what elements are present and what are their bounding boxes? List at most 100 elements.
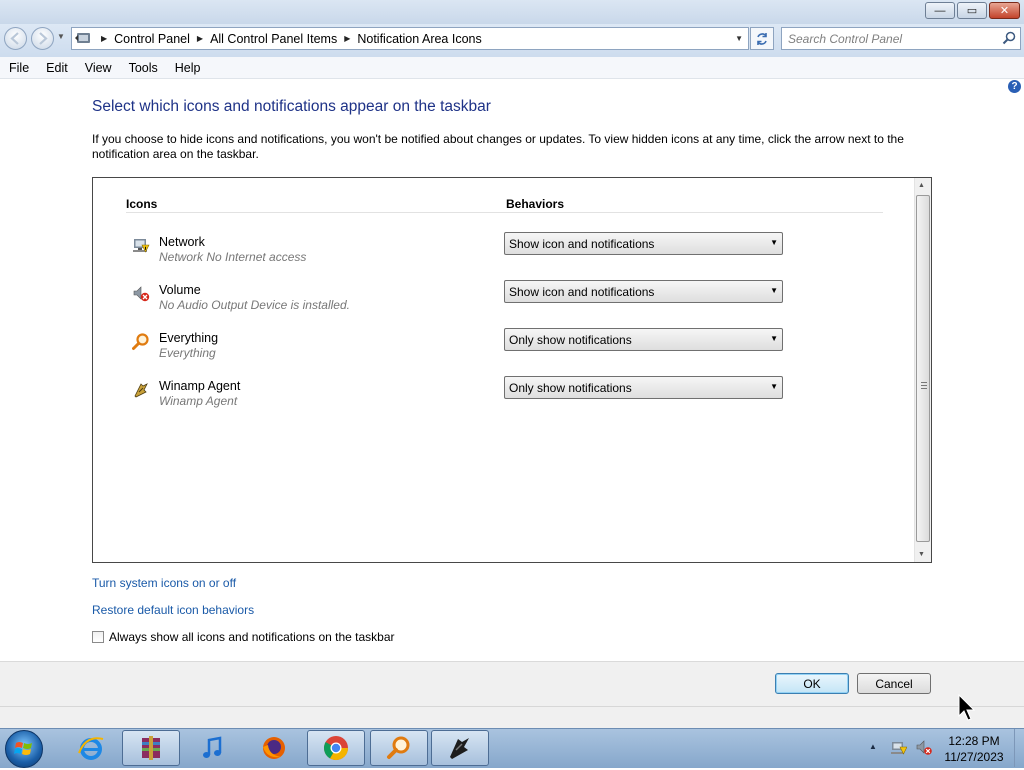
search-icon[interactable]: [1002, 31, 1016, 45]
row-name: Network: [159, 235, 205, 249]
clock[interactable]: 12:28 PM 11/27/2023: [938, 733, 1010, 765]
row-description: Everything: [159, 346, 216, 360]
close-button[interactable]: ✕: [989, 2, 1020, 19]
list-item: Winamp Agent Winamp Agent Only show noti…: [126, 376, 806, 419]
row-name: Everything: [159, 331, 219, 345]
mouse-cursor-icon: [958, 694, 976, 721]
menu-bar: File Edit View Tools Help: [0, 57, 1024, 79]
turn-system-icons-link[interactable]: Turn system icons on or off: [92, 576, 236, 590]
chevron-down-icon: ▼: [770, 238, 778, 247]
vertical-scrollbar[interactable]: ▲ ▼: [914, 178, 931, 562]
winrar-icon: [142, 736, 160, 760]
search-input[interactable]: [788, 30, 993, 47]
winamp-icon: [450, 738, 469, 759]
show-hidden-icons-icon[interactable]: ▲: [869, 742, 877, 751]
firefox-icon: [263, 737, 285, 759]
internet-explorer-icon: [78, 737, 104, 760]
taskbar-winamp[interactable]: [431, 730, 489, 766]
network-icon[interactable]: [891, 740, 907, 756]
recent-pages-dropdown-icon[interactable]: ▼: [57, 32, 65, 41]
navigation-bar: ▼ ▶ Control Panel ▶ All Control Panel It…: [0, 24, 1024, 57]
address-bar[interactable]: ▶ Control Panel ▶ All Control Panel Item…: [71, 27, 749, 50]
itunes-icon: [203, 736, 222, 758]
menu-help[interactable]: Help: [166, 61, 209, 75]
chevron-down-icon: ▼: [770, 286, 778, 295]
restore-defaults-link[interactable]: Restore default icon behaviors: [92, 603, 254, 617]
row-description: Winamp Agent: [159, 394, 238, 408]
behavior-dropdown-volume[interactable]: Show icon and notifications ▼: [504, 280, 783, 303]
search-box[interactable]: [781, 27, 1021, 50]
winamp-icon: [134, 383, 148, 398]
taskbar-winrar[interactable]: [122, 730, 180, 766]
everything-search-icon: [132, 333, 149, 350]
ok-button[interactable]: OK: [775, 673, 849, 694]
forward-button[interactable]: [31, 27, 54, 50]
row-name: Volume: [159, 283, 201, 297]
network-icon: [133, 239, 150, 253]
dropdown-value: Show icon and notifications: [509, 237, 655, 251]
taskbar-firefox[interactable]: [245, 730, 303, 766]
breadcrumb-separator-icon[interactable]: ▶: [344, 34, 350, 43]
row-description: Network No Internet access: [159, 250, 307, 264]
forward-arrow-icon: [39, 32, 48, 45]
scrollbar-grip-icon: [921, 382, 927, 389]
scrollbar-thumb[interactable]: [916, 195, 930, 542]
maximize-button[interactable]: ▭: [957, 2, 987, 19]
volume-muted-icon: [133, 286, 150, 302]
dropdown-value: Only show notifications: [509, 381, 632, 395]
start-button[interactable]: [5, 730, 43, 768]
breadcrumb-notification-area-icons[interactable]: Notification Area Icons: [357, 32, 481, 46]
row-name: Winamp Agent: [159, 379, 241, 393]
clock-date: 11/27/2023: [944, 750, 1004, 764]
page-title: Select which icons and notifications app…: [92, 98, 491, 115]
help-icon[interactable]: ?: [1008, 80, 1021, 93]
back-arrow-icon: [10, 32, 19, 45]
menu-file[interactable]: File: [0, 61, 37, 75]
dialog-footer: OK Cancel: [0, 661, 1024, 706]
taskbar-chrome[interactable]: [307, 730, 365, 766]
scroll-down-icon[interactable]: ▼: [918, 551, 925, 558]
taskbar: ▲ 12:28 PM 11/27/2023: [0, 728, 1024, 768]
show-desktop-button[interactable]: [1014, 729, 1024, 767]
clock-time: 12:28 PM: [948, 734, 1000, 748]
windows-logo-icon: [14, 742, 32, 755]
refresh-icon: [757, 32, 767, 45]
taskbar-internet-explorer[interactable]: [62, 730, 120, 766]
back-button[interactable]: [4, 27, 27, 50]
chrome-icon: [323, 736, 348, 761]
menu-tools[interactable]: Tools: [120, 61, 166, 75]
refresh-button[interactable]: [750, 27, 774, 50]
list-item: Volume No Audio Output Device is install…: [126, 280, 806, 323]
chevron-down-icon: ▼: [770, 334, 778, 343]
breadcrumb-separator-icon[interactable]: ▶: [101, 34, 107, 43]
notification-icons-list: Icons Behaviors Network Network No Inter…: [92, 177, 932, 563]
page-description: If you choose to hide icons and notifica…: [92, 132, 904, 161]
breadcrumb-all-items[interactable]: All Control Panel Items: [210, 32, 337, 46]
menu-view[interactable]: View: [76, 61, 120, 75]
breadcrumb-control-panel[interactable]: Control Panel: [114, 32, 190, 46]
behavior-dropdown-everything[interactable]: Only show notifications ▼: [504, 328, 783, 351]
always-show-label[interactable]: Always show all icons and notifications …: [109, 630, 395, 644]
breadcrumb: ▶ Control Panel ▶ All Control Panel Item…: [94, 28, 482, 49]
list-item: Network Network No Internet access Show …: [126, 232, 806, 275]
breadcrumb-separator-icon[interactable]: ▶: [197, 34, 203, 43]
minimize-button[interactable]: —: [925, 2, 955, 19]
cancel-button[interactable]: Cancel: [857, 673, 931, 694]
taskbar-everything[interactable]: [370, 730, 428, 766]
list-item: Everything Everything Only show notifica…: [126, 328, 806, 371]
behavior-dropdown-network[interactable]: Show icon and notifications ▼: [504, 232, 783, 255]
title-bar: — ▭ ✕: [0, 0, 1024, 24]
always-show-option: Always show all icons and notifications …: [92, 630, 395, 644]
always-show-checkbox[interactable]: [92, 631, 104, 643]
status-bar: [0, 706, 1024, 728]
address-dropdown-icon[interactable]: ▼: [735, 34, 743, 43]
dropdown-value: Show icon and notifications: [509, 285, 655, 299]
volume-muted-icon[interactable]: [916, 740, 932, 756]
row-description: No Audio Output Device is installed.: [159, 298, 350, 312]
menu-edit[interactable]: Edit: [37, 61, 76, 75]
behavior-dropdown-winamp[interactable]: Only show notifications ▼: [504, 376, 783, 399]
taskbar-itunes[interactable]: [184, 730, 242, 766]
control-panel-icon: [75, 33, 90, 43]
scroll-up-icon[interactable]: ▲: [918, 182, 925, 189]
header-divider: [126, 212, 883, 213]
